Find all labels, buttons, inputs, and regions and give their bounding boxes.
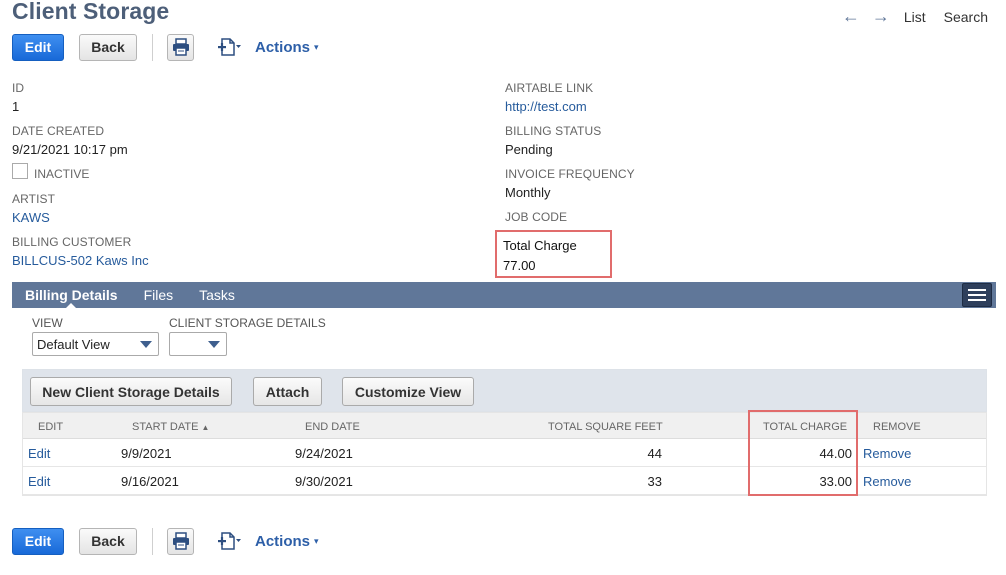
page-title: Client Storage [12,0,170,24]
row-start-date: 9/9/2021 [121,446,172,461]
col-total-square-feet[interactable]: TOTAL SQUARE FEET [548,421,663,433]
field-value: Pending [505,142,553,157]
row-total-square-feet: 44 [647,446,662,461]
field-label: DATE CREATED [12,124,105,138]
inactive-label: INACTIVE [34,167,90,181]
actions-label: Actions [255,38,311,56]
edit-button[interactable]: Edit [12,527,64,555]
actions-menu[interactable]: Actions ▾ [255,39,319,56]
field-label: AIRTABLE LINK [505,81,594,95]
view-select[interactable]: Default View [32,332,159,356]
view-select-value: Default View [37,336,110,352]
client-storage-details-select[interactable] [169,332,227,356]
tab-files[interactable]: Files [144,287,174,303]
toolbar-divider [152,33,153,61]
field-artist: ARTIST KAWS [12,192,55,225]
field-id: ID 1 [12,81,24,114]
search-link[interactable]: Search [944,9,988,25]
field-label: BILLING CUSTOMER [12,235,132,249]
sublist-button-panel: New Client Storage Details Attach Custom… [22,369,987,412]
hamburger-menu-icon[interactable] [962,283,992,307]
field-job-code: JOB CODE [505,210,567,228]
tab-tasks[interactable]: Tasks [199,287,235,303]
new-client-storage-details-button[interactable]: New Client Storage Details [30,377,232,406]
new-record-menu[interactable] [217,37,241,57]
toolbar-divider [152,527,153,555]
dropdown-arrow-icon [208,341,220,348]
bottom-toolbar: Edit Back Actions ▾ [12,526,319,556]
back-button[interactable]: Back [79,527,137,555]
back-arrow-icon[interactable]: ← [836,6,866,27]
row-end-date: 9/30/2021 [295,474,353,489]
field-label: JOB CODE [505,210,568,224]
field-label: ARTIST [12,192,56,206]
attach-button[interactable]: Attach [253,377,322,406]
field-label: INVOICE FREQUENCY [505,167,635,181]
field-value: 9/21/2021 10:17 pm [12,142,128,157]
actions-menu[interactable]: Actions ▾ [255,533,319,550]
top-toolbar: Edit Back Actions ▾ [12,32,319,62]
col-remove: REMOVE [873,421,921,433]
print-button[interactable] [167,527,194,555]
field-label: BILLING STATUS [505,124,602,138]
printer-icon [172,38,189,56]
edit-button[interactable]: Edit [12,33,64,61]
list-link[interactable]: List [904,9,926,25]
chevron-down-icon: ▾ [314,41,319,52]
tab-billing-details[interactable]: Billing Details [25,287,118,309]
new-document-icon [218,38,241,56]
col-end-date[interactable]: END DATE [305,421,360,433]
row-edit-link[interactable]: Edit [28,474,50,489]
row-remove-link[interactable]: Remove [863,446,911,461]
field-value: 1 [12,99,20,114]
field-invoice-frequency: INVOICE FREQUENCY Monthly [505,167,635,200]
artist-link[interactable]: KAWS [12,210,55,225]
sort-ascending-icon: ▲ [201,423,210,432]
customize-view-button[interactable]: Customize View [342,377,474,406]
inactive-checkbox[interactable] [12,163,28,179]
billing-customer-link[interactable]: BILLCUS-502 Kaws Inc [12,253,149,268]
field-billing-customer: BILLING CUSTOMER BILLCUS-502 Kaws Inc [12,235,149,268]
row-start-date: 9/16/2021 [121,474,179,489]
field-airtable-link: AIRTABLE LINK http://test.com [505,81,593,114]
printer-icon [172,532,189,550]
field-value: Monthly [505,185,551,200]
row-remove-link[interactable]: Remove [863,474,911,489]
dropdown-arrow-icon [140,341,152,348]
row-end-date: 9/24/2021 [295,446,353,461]
top-navigation: ← → List Search [836,6,988,27]
col-start-date-label: START DATE [132,421,199,433]
row-total-square-feet: 33 [647,474,662,489]
field-billing-status: BILLING STATUS Pending [505,124,601,157]
col-start-date[interactable]: START DATE ▲ [132,421,209,433]
field-date-created: DATE CREATED 9/21/2021 10:17 pm [12,124,128,157]
total-charge-label: Total Charge [503,238,577,253]
col-edit: EDIT [38,421,64,433]
subtab-bar: Billing Details Files Tasks [12,282,996,309]
client-storage-details-label: CLIENT STORAGE DETAILS [169,316,326,330]
print-button[interactable] [167,33,194,61]
view-label: VIEW [32,316,63,330]
forward-arrow-icon[interactable]: → [866,6,896,27]
row-edit-link[interactable]: Edit [28,446,50,461]
actions-label: Actions [255,532,311,550]
field-label: ID [12,81,25,95]
airtable-link[interactable]: http://test.com [505,99,593,114]
new-document-icon [218,532,241,550]
back-button[interactable]: Back [79,33,137,61]
new-record-menu[interactable] [217,531,241,551]
chevron-down-icon: ▾ [314,535,319,546]
total-charge-column-highlight [748,410,858,496]
total-charge-value: 77.00 [503,258,536,273]
